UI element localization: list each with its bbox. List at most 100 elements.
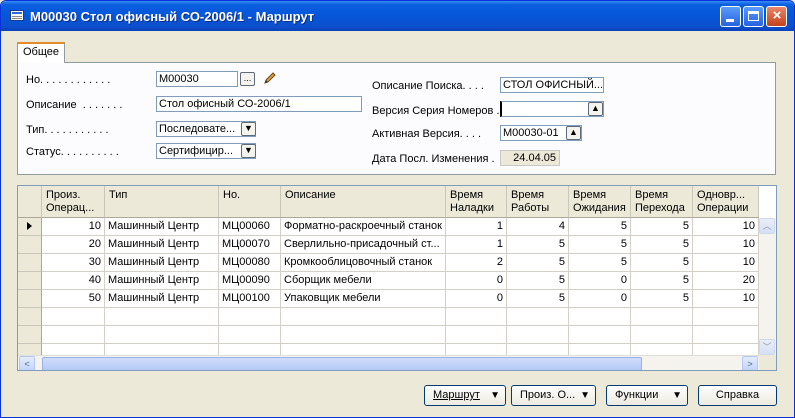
row-selector[interactable] — [18, 254, 42, 272]
cell-concurrent[interactable]: 10 — [693, 236, 759, 254]
type-dropdown-button[interactable]: ▼ — [241, 122, 256, 136]
cell-desc[interactable]: Сборщик мебели — [281, 272, 446, 290]
cell-no[interactable]: МЦ00060 — [219, 218, 281, 236]
cell-run[interactable] — [507, 308, 569, 326]
search-description-field[interactable]: СТОЛ ОФИСНЫЙ... — [500, 77, 604, 93]
row-selector[interactable] — [18, 326, 42, 344]
cell-type[interactable] — [105, 308, 219, 326]
cell-move[interactable]: 5 — [631, 254, 693, 272]
cell-concurrent[interactable] — [693, 308, 759, 326]
cell-setup[interactable] — [446, 308, 507, 326]
cell-op[interactable]: 30 — [42, 254, 105, 272]
cell-desc[interactable]: Кромкооблицовочный станок — [281, 254, 446, 272]
column-header-op[interactable]: Произ. Операц... — [42, 186, 105, 218]
no-field[interactable]: M00030 — [156, 71, 238, 87]
cell-move[interactable]: 5 — [631, 236, 693, 254]
cell-move[interactable]: 5 — [631, 272, 693, 290]
cell-wait[interactable]: 5 — [569, 218, 631, 236]
cell-run[interactable]: 5 — [507, 272, 569, 290]
cell-op[interactable]: 10 — [42, 218, 105, 236]
cell-op[interactable]: 20 — [42, 236, 105, 254]
cell-desc[interactable]: Форматно-раскроечный станок — [281, 218, 446, 236]
help-button[interactable]: Справка — [698, 385, 777, 406]
cell-run[interactable]: 5 — [507, 290, 569, 308]
cell-no[interactable] — [219, 326, 281, 344]
row-selector[interactable] — [18, 236, 42, 254]
row-selector[interactable] — [18, 290, 42, 308]
series-version-lookup-button[interactable]: ▲ — [588, 102, 603, 116]
cell-no[interactable]: МЦ00100 — [219, 290, 281, 308]
cell-desc[interactable] — [281, 308, 446, 326]
cell-wait[interactable]: 0 — [569, 272, 631, 290]
column-header-concurrent[interactable]: Одновр... Операции — [693, 186, 759, 218]
maximize-button[interactable] — [743, 6, 764, 27]
cell-desc[interactable]: Сверлильно-присадочный ст... — [281, 236, 446, 254]
cell-op[interactable] — [42, 308, 105, 326]
cell-setup[interactable] — [446, 326, 507, 344]
cell-move[interactable]: 5 — [631, 218, 693, 236]
scroll-up-button[interactable]: ︿ — [759, 218, 775, 234]
cell-concurrent[interactable] — [693, 326, 759, 344]
cell-no[interactable]: МЦ00070 — [219, 236, 281, 254]
prod-operation-menu-button[interactable]: Произ. О... ▼ — [511, 385, 596, 406]
cell-no[interactable] — [219, 308, 281, 326]
column-header-no[interactable]: Но. — [219, 186, 281, 218]
cell-move[interactable] — [631, 308, 693, 326]
column-header-run[interactable]: Время Работы — [507, 186, 569, 218]
title-bar[interactable]: M00030 Стол офисный СО-2006/1 - Маршрут … — [1, 1, 794, 31]
column-header-type[interactable]: Тип — [105, 186, 219, 218]
scroll-right-button[interactable]: > — [742, 356, 758, 370]
cell-desc[interactable] — [281, 326, 446, 344]
minimize-button[interactable] — [720, 6, 741, 27]
cell-setup[interactable]: 2 — [446, 254, 507, 272]
cell-setup[interactable]: 0 — [446, 272, 507, 290]
active-version-lookup-button[interactable]: ▲ — [566, 126, 581, 140]
cell-run[interactable]: 4 — [507, 218, 569, 236]
edit-pencil-icon[interactable] — [262, 70, 278, 86]
cell-op[interactable]: 40 — [42, 272, 105, 290]
cell-concurrent[interactable]: 10 — [693, 254, 759, 272]
cell-concurrent[interactable]: 10 — [693, 218, 759, 236]
functions-menu-button[interactable]: Функции ▼ — [606, 385, 688, 406]
cell-concurrent[interactable]: 10 — [693, 290, 759, 308]
cell-run[interactable] — [507, 326, 569, 344]
cell-wait[interactable]: 0 — [569, 290, 631, 308]
row-selector[interactable] — [18, 218, 42, 236]
cell-move[interactable]: 5 — [631, 290, 693, 308]
cell-concurrent[interactable]: 20 — [693, 272, 759, 290]
cell-type[interactable]: Машинный Центр — [105, 236, 219, 254]
cell-op[interactable] — [42, 326, 105, 344]
cell-no[interactable]: МЦ00080 — [219, 254, 281, 272]
scroll-down-button[interactable]: ﹀ — [759, 339, 775, 355]
description-field[interactable]: Стол офисный СО-2006/1 — [156, 96, 362, 112]
cell-type[interactable] — [105, 326, 219, 344]
tab-general[interactable]: Общее — [17, 42, 65, 63]
vertical-scrollbar[interactable]: ︿ ﹀ — [759, 218, 776, 355]
cell-wait[interactable] — [569, 326, 631, 344]
column-header-setup[interactable]: Время Наладки — [446, 186, 507, 218]
cell-op[interactable]: 50 — [42, 290, 105, 308]
scroll-left-button[interactable]: < — [19, 356, 35, 370]
cell-setup[interactable]: 0 — [446, 290, 507, 308]
status-dropdown-button[interactable]: ▼ — [241, 144, 256, 158]
cell-type[interactable]: Машинный Центр — [105, 254, 219, 272]
close-button[interactable]: × — [766, 6, 787, 27]
cell-move[interactable] — [631, 326, 693, 344]
horizontal-scrollbar[interactable]: < > — [18, 355, 759, 370]
cell-desc[interactable]: Упаковщик мебели — [281, 290, 446, 308]
no-lookup-button[interactable]: ... — [240, 72, 255, 86]
cell-run[interactable]: 5 — [507, 254, 569, 272]
cell-type[interactable]: Машинный Центр — [105, 272, 219, 290]
horizontal-scroll-thumb[interactable] — [42, 357, 642, 370]
cell-type[interactable]: Машинный Центр — [105, 290, 219, 308]
route-menu-button[interactable]: Маршрут ▼ — [424, 385, 506, 406]
row-selector[interactable] — [18, 308, 42, 326]
cell-setup[interactable]: 1 — [446, 236, 507, 254]
cell-no[interactable]: МЦ00090 — [219, 272, 281, 290]
cell-run[interactable]: 5 — [507, 236, 569, 254]
cell-wait[interactable]: 5 — [569, 254, 631, 272]
cell-type[interactable]: Машинный Центр — [105, 218, 219, 236]
cell-setup[interactable]: 1 — [446, 218, 507, 236]
row-selector[interactable] — [18, 272, 42, 290]
cell-wait[interactable]: 5 — [569, 236, 631, 254]
